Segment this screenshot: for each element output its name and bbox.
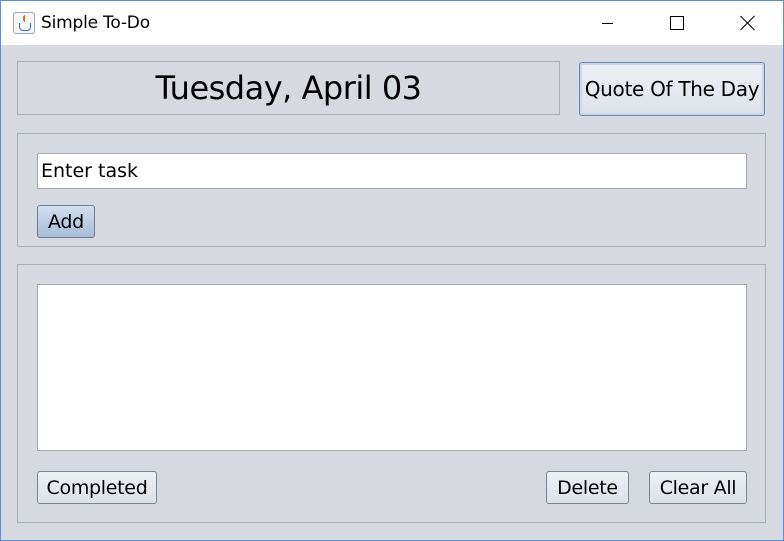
maximize-icon [670,16,684,30]
task-entry-panel [17,133,766,247]
clear-all-button[interactable]: Clear All [649,471,747,504]
minimize-button[interactable] [572,1,642,45]
add-button[interactable]: Add [37,205,95,238]
task-input[interactable] [37,153,747,189]
java-cup-icon [13,12,35,34]
quote-of-the-day-button[interactable]: Quote Of The Day [579,62,765,116]
maximize-button[interactable] [642,1,712,45]
minimize-icon [601,22,613,24]
window-title: Simple To-Do [41,13,150,33]
delete-button[interactable]: Delete [546,471,629,504]
title-bar[interactable]: Simple To-Do [1,1,783,45]
task-list[interactable] [37,284,747,451]
close-button[interactable] [713,1,783,45]
date-panel: Tuesday, April 03 [17,61,560,115]
completed-button[interactable]: Completed [37,471,157,504]
close-icon [740,15,756,31]
current-date: Tuesday, April 03 [155,69,422,107]
